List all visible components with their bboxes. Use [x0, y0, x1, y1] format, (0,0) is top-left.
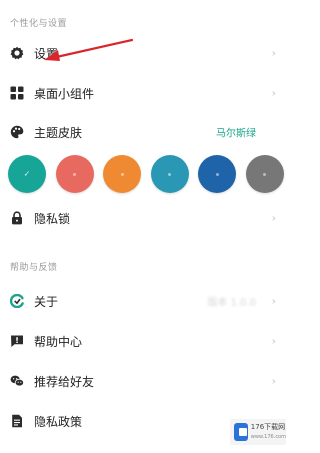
swatch-dot: [168, 172, 172, 176]
about-row[interactable]: 关于 版本 1.0.0 ›: [0, 283, 292, 319]
widgets-grid-icon: [10, 86, 24, 100]
help-center-row[interactable]: 帮助中心 ›: [0, 323, 292, 359]
lock-icon: [10, 211, 24, 225]
theme-swatch-gray[interactable]: [245, 155, 284, 193]
chevron-right-icon: ›: [271, 46, 276, 60]
red-arrow-annotation: [44, 38, 134, 61]
section-header-personalization: 个性化与设置: [10, 19, 68, 29]
watermark-logo-icon: [234, 423, 248, 441]
watermark-title: 176下载网: [250, 422, 286, 431]
swatch-dot: [120, 172, 124, 176]
theme-swatches: ✓: [8, 155, 284, 195]
gear-icon: [10, 46, 24, 60]
wechat-icon: [10, 374, 24, 388]
widgets-row[interactable]: 桌面小组件 ›: [0, 75, 292, 111]
theme-swatch-teal[interactable]: ✓: [8, 155, 46, 193]
site-watermark: 176下载网 www.176.com: [230, 419, 286, 445]
swatch-dot: [73, 172, 77, 176]
check-icon: ✓: [23, 169, 31, 179]
chevron-right-icon: ›: [271, 211, 276, 225]
recommend-label: 推荐给好友: [34, 374, 95, 389]
help-chat-icon: [10, 334, 24, 348]
version-value: 版本 1.0.0: [207, 297, 256, 309]
theme-swatch-blue[interactable]: [198, 155, 237, 193]
widgets-label: 桌面小组件: [34, 86, 95, 101]
watermark-url: www.176.com: [250, 433, 286, 440]
theme-label: 主题皮肤: [34, 125, 83, 140]
chevron-right-icon: ›: [271, 86, 276, 100]
watermark-text: 176下载网 www.176.com: [251, 423, 286, 442]
about-label: 关于: [34, 294, 59, 309]
palette-icon: [10, 125, 24, 139]
chevron-right-icon: ›: [271, 334, 276, 348]
document-icon: [10, 414, 24, 428]
swatch-dot: [215, 172, 219, 176]
section-header-help: 帮助与反馈: [10, 263, 58, 273]
current-theme-value: 马尔斯绿: [216, 128, 256, 140]
chevron-right-icon: ›: [271, 374, 276, 388]
swatch-dot: [263, 172, 267, 176]
privacy-lock-row[interactable]: 隐私锁 ›: [0, 200, 292, 236]
recommend-row[interactable]: 推荐给好友 ›: [0, 363, 292, 399]
chevron-right-icon: ›: [271, 294, 276, 308]
theme-swatch-red[interactable]: [55, 155, 94, 193]
privacy-lock-label: 隐私锁: [34, 211, 71, 226]
app-logo-icon: [10, 294, 24, 308]
theme-row[interactable]: 主题皮肤 马尔斯绿: [0, 114, 292, 150]
theme-swatch-cyan-blue[interactable]: [150, 155, 189, 193]
help-center-label: 帮助中心: [34, 334, 83, 349]
theme-swatch-orange[interactable]: [103, 155, 142, 193]
privacy-policy-label: 隐私政策: [34, 414, 83, 429]
